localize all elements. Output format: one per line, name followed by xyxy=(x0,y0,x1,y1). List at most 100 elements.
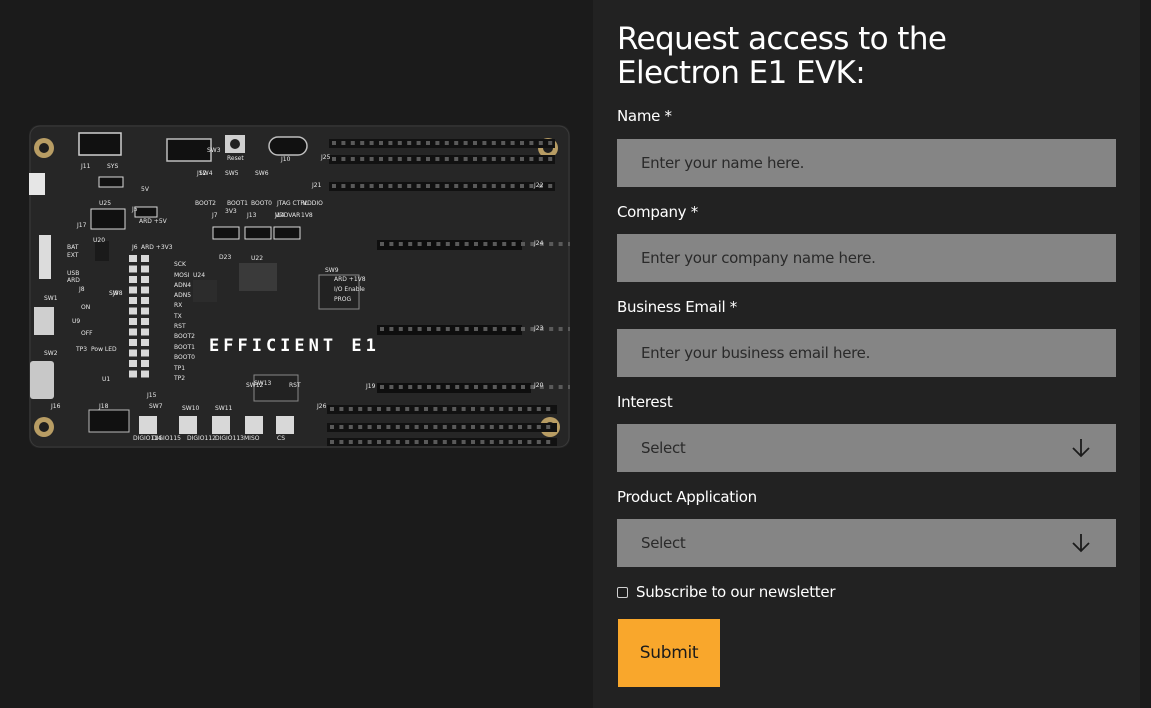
silkscreen-label: U25 xyxy=(99,200,111,207)
header-pin xyxy=(568,385,570,389)
request-access-panel: Request access to the Electron E1 EVK: N… xyxy=(593,0,1140,708)
header-pin xyxy=(380,242,384,246)
header-pin xyxy=(463,141,468,145)
header-pin xyxy=(424,425,428,429)
header-pin xyxy=(454,141,459,145)
interest-select-value: Select xyxy=(641,439,686,457)
silkscreen-label: EXT xyxy=(67,252,79,259)
interest-select[interactable]: Select xyxy=(617,424,1116,472)
header-pin xyxy=(482,157,487,161)
header-pin xyxy=(389,385,394,389)
header-pin xyxy=(452,407,457,411)
header-pin xyxy=(407,141,412,145)
silkscreen-label: SW3 xyxy=(207,147,221,154)
header-pin xyxy=(445,385,450,389)
header-pin xyxy=(482,184,487,188)
header-pin xyxy=(330,440,334,444)
header-pin xyxy=(527,425,532,429)
header-pin xyxy=(435,157,440,161)
newsletter-checkbox[interactable] xyxy=(617,586,628,598)
header-pin xyxy=(464,385,469,389)
silkscreen-label: SW10 xyxy=(182,405,200,412)
silkscreen-label: SW7 xyxy=(149,403,163,410)
header-pin xyxy=(350,141,355,145)
header-pin xyxy=(408,242,413,246)
product-application-select[interactable]: Select xyxy=(617,519,1116,567)
header-pin xyxy=(529,184,534,188)
header-pin xyxy=(424,440,428,444)
newsletter-row[interactable]: Subscribe to our newsletter xyxy=(617,583,835,601)
silkscreen-label: Pow LED xyxy=(91,346,117,353)
header-pin xyxy=(444,184,449,188)
silkscreen-label: J8 xyxy=(78,286,85,293)
header-pin xyxy=(330,407,334,411)
header-pin xyxy=(482,141,487,145)
header-pin xyxy=(502,327,507,331)
header-pin xyxy=(416,157,421,161)
header-pin xyxy=(445,327,450,331)
header-pin xyxy=(502,242,507,246)
header-pin xyxy=(129,307,137,315)
silkscreen-label: VDDIO xyxy=(303,200,323,207)
product-image: EFFICIENT E1 J11 SYS J25 J10 SW3 Reset J21 J22 J… xyxy=(29,125,570,448)
header-pin xyxy=(435,141,440,145)
header-pin xyxy=(461,407,466,411)
silkscreen-label: OFF xyxy=(81,330,93,337)
name-input[interactable] xyxy=(617,139,1116,187)
header-pin xyxy=(360,141,365,145)
header-pin xyxy=(395,407,400,411)
header-pin xyxy=(388,141,393,145)
header-pin xyxy=(464,242,469,246)
header-pin xyxy=(341,141,346,145)
header-pin xyxy=(369,184,374,188)
header-pin xyxy=(407,184,412,188)
header-pin xyxy=(427,242,431,246)
silkscreen-label: TP1 xyxy=(173,365,185,372)
header-pin xyxy=(473,141,477,145)
header-pin xyxy=(489,407,494,411)
header-pin xyxy=(358,440,363,444)
submit-button[interactable]: Submit xyxy=(618,619,720,687)
header-pin xyxy=(471,425,475,429)
silkscreen-label: J17 xyxy=(76,222,87,229)
header-pin xyxy=(129,328,137,336)
j11-connector xyxy=(78,132,122,156)
header-pin xyxy=(141,286,149,294)
silkscreen-label: DIGIO113 xyxy=(215,435,244,442)
product-application-select-value: Select xyxy=(641,534,686,552)
header-pin xyxy=(141,318,149,325)
header-pin xyxy=(473,184,477,188)
header-pin xyxy=(405,440,410,444)
header-pin xyxy=(358,425,363,429)
header-pin xyxy=(480,440,485,444)
header-pin xyxy=(348,407,353,411)
header-pin xyxy=(360,157,365,161)
board-brand: EFFICIENT E1 xyxy=(209,336,380,356)
header-pin xyxy=(442,425,447,429)
header-pin xyxy=(405,425,410,429)
company-input[interactable] xyxy=(617,234,1116,282)
header-pin xyxy=(510,157,515,161)
silkscreen-label: SW11 xyxy=(215,405,233,412)
header-pin xyxy=(129,286,137,294)
silkscreen-label: DIGIO112 xyxy=(187,435,216,442)
header-pin xyxy=(129,318,137,325)
board-body xyxy=(29,125,570,448)
header-pin xyxy=(492,385,497,389)
header-pin xyxy=(377,407,381,411)
interest-label: Interest xyxy=(617,393,673,411)
header-pin xyxy=(141,349,149,357)
header-pin xyxy=(521,242,525,246)
header-pin xyxy=(536,425,541,429)
header-pin xyxy=(339,440,344,444)
company-label: Company * xyxy=(617,203,698,221)
silkscreen-label: J5 xyxy=(131,206,138,213)
header-pin xyxy=(442,407,447,411)
business-email-input[interactable] xyxy=(617,329,1116,377)
silkscreen-label: TP2 xyxy=(173,375,185,382)
header-pin xyxy=(521,327,525,331)
header-pin xyxy=(508,440,513,444)
header-pin xyxy=(332,184,336,188)
header-pin xyxy=(473,157,477,161)
header-pin xyxy=(350,184,355,188)
